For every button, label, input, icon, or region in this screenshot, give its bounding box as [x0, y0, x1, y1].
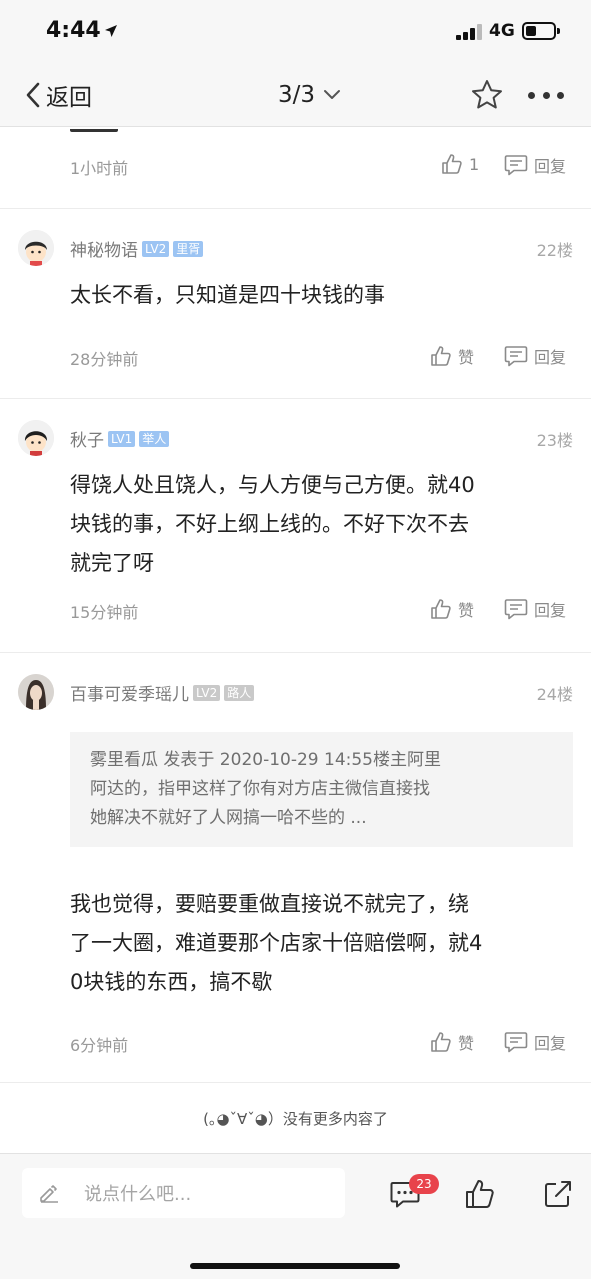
thumb-up-icon — [431, 599, 451, 619]
status-time: 4:44 — [46, 18, 101, 43]
floor-number: 24楼 — [536, 685, 573, 704]
username[interactable]: 神秘物语 LV2 里胥 — [70, 236, 204, 261]
like-button[interactable]: 赞 — [430, 597, 474, 621]
like-label: 赞 — [458, 601, 475, 620]
back-label: 返回 — [46, 85, 92, 111]
title-badge: 路人 — [224, 684, 255, 701]
comment-text-line: 得饶人处且饶人，与人方便与己方便。就40 — [70, 473, 475, 497]
reply-icon — [504, 346, 528, 367]
comment-text: 得饶人处且饶人，与人方便与己方便。就40 块钱的事，不好上纲上线的。不好下次不去… — [70, 466, 560, 583]
comment-item: 神秘物语 LV2 里胥 22楼 太长不看，只知道是四十块钱的事 28分钟前 赞 … — [0, 209, 591, 398]
comment-item: 1小时前 1 回复 — [0, 128, 591, 210]
avatar[interactable] — [18, 230, 54, 266]
home-indicator — [190, 1263, 400, 1269]
level-badge: LV2 — [142, 240, 170, 257]
thumb-up-icon[interactable] — [464, 1178, 496, 1210]
divider — [0, 1082, 591, 1083]
comment-count-badge: 23 — [409, 1174, 439, 1194]
pencil-icon — [40, 1185, 58, 1203]
thumb-up-icon — [431, 1032, 451, 1052]
username[interactable]: 百事可爱季瑶儿 LV2 路人 — [70, 680, 255, 705]
username-text: 神秘物语 — [70, 241, 138, 261]
reply-icon — [504, 155, 528, 176]
avatar[interactable] — [18, 420, 54, 456]
thumb-up-icon — [442, 154, 462, 174]
quote-line: 阿达的，指甲这样了你有对方店主微信直接找 — [90, 779, 430, 799]
username-text: 秋子 — [70, 431, 104, 451]
chevron-down-icon — [324, 90, 341, 99]
comment-text: 我也觉得，要赔要重做直接说不就完了，绕 了一大圈，难道要那个店家十倍赔偿啊，就4… — [70, 885, 560, 1002]
like-button[interactable]: 赞 — [430, 1030, 474, 1054]
page-selector[interactable]: 3/3 — [278, 78, 341, 112]
title-badge: 举人 — [139, 430, 170, 447]
quoted-comment[interactable]: 雾里看瓜 发表于 2020-10-29 14:55楼主阿里 阿达的，指甲这样了你… — [70, 732, 573, 847]
floor-number: 22楼 — [536, 241, 573, 260]
level-badge: LV2 — [193, 684, 221, 701]
comment-time: 1小时前 — [70, 159, 129, 178]
like-label: 赞 — [458, 348, 475, 367]
no-more-content: (｡◕ˇ∀ˇ◕）没有更多内容了 — [203, 1110, 388, 1128]
thumb-up-icon — [431, 346, 451, 366]
reply-label: 回复 — [534, 157, 567, 176]
network-type: 4G — [489, 21, 515, 41]
reply-label: 回复 — [534, 601, 567, 620]
quote-line: 雾里看瓜 发表于 2020-10-29 14:55楼主阿里 — [90, 750, 441, 770]
back-button[interactable]: 返回 — [24, 78, 92, 112]
comment-time: 6分钟前 — [70, 1036, 129, 1055]
top-bar: 4:44 4G 返回 3/3 — [0, 0, 591, 127]
comment-time: 28分钟前 — [70, 350, 139, 369]
comment-text: 太长不看，只知道是四十块钱的事 — [70, 283, 385, 307]
battery-icon — [522, 22, 560, 40]
reply-icon — [504, 1032, 528, 1053]
comment-text-line: 了一大圈，难道要那个店家十倍赔偿啊，就4 — [70, 931, 483, 955]
comment-input-placeholder: 说点什么吧... — [84, 1184, 192, 1205]
username[interactable]: 秋子 LV1 举人 — [70, 426, 170, 451]
bottom-bar: 说点什么吧... 23 — [0, 1153, 591, 1279]
comment-list: 1小时前 1 回复 神秘物语 LV2 里胥 22楼 太长不看，只知道是四十块钱的… — [0, 128, 591, 1153]
reply-button[interactable]: 回复 — [504, 153, 566, 177]
reply-icon — [504, 599, 528, 620]
avatar[interactable] — [18, 674, 54, 710]
comment-text-line: 就完了呀 — [70, 551, 154, 575]
reply-button[interactable]: 回复 — [504, 1030, 566, 1054]
comment-text-line: 我也觉得，要赔要重做直接说不就完了，绕 — [70, 892, 469, 916]
like-button[interactable]: 赞 — [430, 344, 474, 368]
like-button[interactable]: 1 — [441, 153, 479, 175]
quote-line: 她解决不就好了人网搞一哈不些的 ... — [90, 808, 367, 828]
comment-item: 百事可爱季瑶儿 LV2 路人 24楼 雾里看瓜 发表于 2020-10-29 1… — [0, 653, 591, 1083]
floor-number: 23楼 — [536, 431, 573, 450]
reply-label: 回复 — [534, 348, 567, 367]
like-label: 赞 — [458, 1034, 475, 1053]
reply-label: 回复 — [534, 1034, 567, 1053]
share-icon[interactable] — [542, 1178, 574, 1210]
comment-item: 秋子 LV1 举人 23楼 得饶人处且饶人，与人方便与己方便。就40 块钱的事，… — [0, 399, 591, 652]
comment-text-line: 0块钱的东西，搞不歇 — [70, 970, 273, 994]
reply-button[interactable]: 回复 — [504, 344, 566, 368]
username-text: 百事可爱季瑶儿 — [70, 685, 189, 705]
more-icon[interactable] — [528, 86, 564, 104]
location-arrow-icon — [105, 25, 117, 37]
level-badge: LV1 — [108, 430, 136, 447]
page-indicator: 3/3 — [278, 82, 316, 108]
title-badge: 里胥 — [173, 240, 204, 257]
comment-text-line: 块钱的事，不好上纲上线的。不好下次不去 — [70, 512, 469, 536]
signal-icon — [456, 24, 484, 40]
comment-time: 15分钟前 — [70, 603, 139, 622]
reply-button[interactable]: 回复 — [504, 597, 566, 621]
star-icon[interactable] — [470, 78, 504, 112]
comment-input[interactable]: 说点什么吧... — [22, 1168, 345, 1218]
truncated-text — [70, 128, 118, 132]
like-count: 1 — [469, 154, 480, 174]
back-chevron-icon — [26, 82, 40, 108]
